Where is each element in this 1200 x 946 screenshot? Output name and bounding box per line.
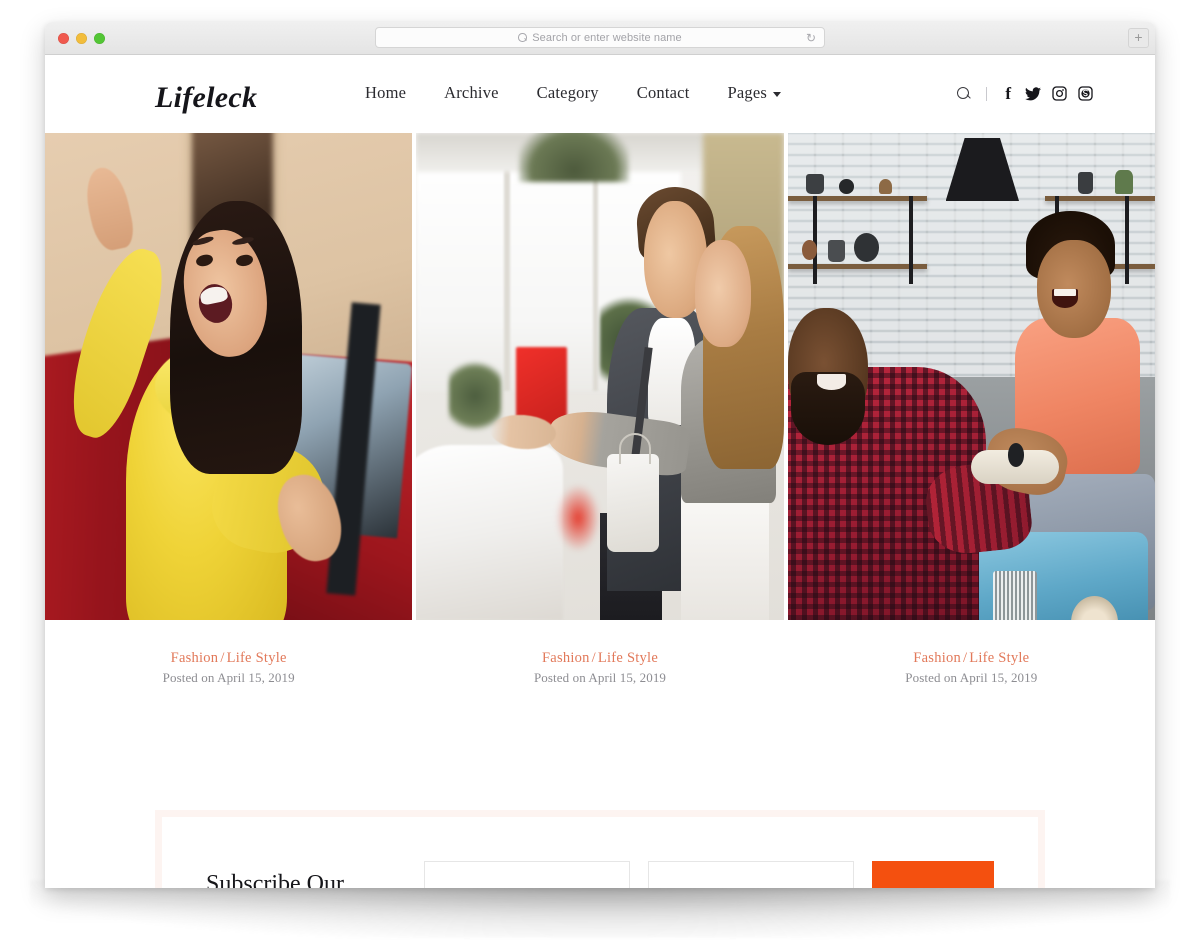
traffic-lights — [58, 32, 105, 44]
instagram-icon[interactable] — [1052, 86, 1067, 101]
post-category-secondary[interactable]: Life Style — [227, 650, 287, 666]
post-date-3: Posted on April 15, 2019 — [905, 670, 1038, 686]
twitter-icon[interactable] — [1025, 86, 1041, 101]
search-icon[interactable] — [957, 86, 971, 101]
subscribe-submit-button[interactable] — [872, 861, 994, 888]
maximize-window-button[interactable] — [94, 32, 105, 44]
site-logo[interactable]: Lifeleck — [155, 81, 257, 115]
page-root: Search or enter website name ↻ + Lifelec… — [0, 0, 1200, 946]
post-category-primary[interactable]: Fashion — [171, 650, 219, 666]
reload-icon[interactable]: ↻ — [806, 32, 816, 44]
nav-item-home[interactable]: Home — [365, 83, 406, 103]
new-tab-button[interactable]: + — [1128, 28, 1149, 48]
post-category-primary[interactable]: Fashion — [542, 650, 590, 666]
nav-item-archive[interactable]: Archive — [444, 83, 499, 103]
post-image-couple-showroom[interactable] — [416, 133, 784, 620]
facebook-icon[interactable]: f — [1002, 85, 1014, 102]
header-tools: f — [957, 85, 1093, 102]
main-navigation: Home Archive Category Contact Pages — [365, 83, 781, 103]
site-header: Lifeleck Home Archive Category Contact P… — [45, 55, 1155, 133]
featured-post-3[interactable] — [787, 133, 1155, 620]
subscribe-name-input[interactable] — [424, 861, 630, 888]
featured-post-2[interactable] — [416, 133, 784, 620]
post-category-primary[interactable]: Fashion — [913, 650, 961, 666]
featured-post-1[interactable] — [45, 133, 413, 620]
nav-item-category[interactable]: Category — [537, 83, 599, 103]
nav-item-pages-label[interactable]: Pages — [728, 83, 768, 103]
post-categories-1: Fashion / Life Style — [45, 648, 412, 668]
tools-divider — [986, 86, 988, 101]
post-date-1: Posted on April 15, 2019 — [162, 670, 295, 686]
nav-item-pages[interactable]: Pages — [728, 83, 781, 103]
category-separator: / — [962, 650, 968, 666]
featured-posts-grid — [45, 133, 1155, 620]
browser-titlebar: Search or enter website name ↻ + — [45, 22, 1155, 55]
chevron-down-icon — [773, 91, 781, 97]
post-categories-3: Fashion / Life Style — [788, 648, 1155, 668]
subscribe-inner: Subscribe Our — [162, 817, 1038, 888]
address-bar[interactable]: Search or enter website name ↻ — [375, 27, 825, 48]
nav-item-contact[interactable]: Contact — [637, 83, 690, 103]
post-category-secondary[interactable]: Life Style — [969, 650, 1029, 666]
site-viewport: Lifeleck Home Archive Category Contact P… — [45, 55, 1155, 888]
post-image-woman-red-car[interactable] — [45, 133, 413, 620]
post-meta-1: Fashion / Life Style Posted on April 15, 2… — [45, 648, 412, 686]
subscribe-section: Subscribe Our — [155, 810, 1045, 888]
subscribe-title: Subscribe Our — [206, 871, 344, 888]
category-separator: / — [591, 650, 596, 666]
category-separator: / — [220, 650, 225, 666]
post-date-2: Posted on April 15, 2019 — [533, 670, 667, 686]
post-category-secondary[interactable]: Life Style — [598, 650, 658, 666]
post-image-father-son-toycar[interactable] — [787, 133, 1155, 620]
post-meta-2: Fashion / Life Style Posted on April 15, 2… — [416, 648, 783, 686]
subscribe-email-input[interactable] — [648, 861, 854, 888]
window-drop-shadow — [30, 880, 1170, 938]
browser-window: Search or enter website name ↻ + Lifelec… — [45, 22, 1155, 888]
address-bar-placeholder: Search or enter website name — [532, 31, 682, 44]
post-meta-3: Fashion / Life Style Posted on April 15, 2… — [788, 648, 1155, 686]
close-window-button[interactable] — [58, 32, 69, 44]
featured-posts-meta: Fashion / Life Style Posted on April 15, 2… — [45, 620, 1155, 686]
search-icon — [518, 33, 527, 42]
post-categories-2: Fashion / Life Style — [416, 648, 783, 668]
skype-icon[interactable] — [1078, 86, 1093, 101]
minimize-window-button[interactable] — [76, 32, 87, 44]
